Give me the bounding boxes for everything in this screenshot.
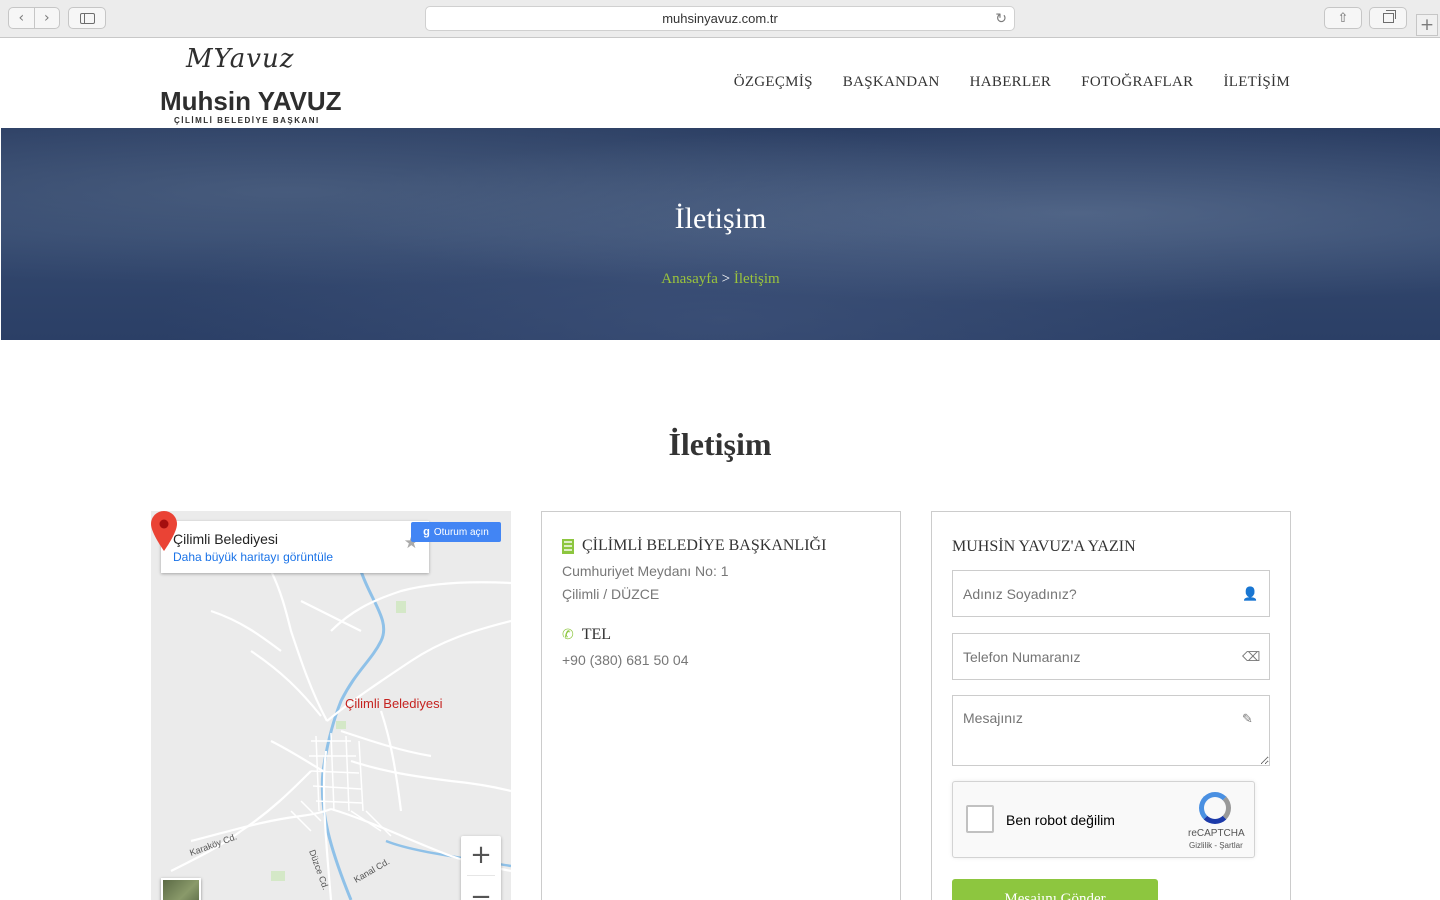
contact-form-card: MUHSİN YAVUZ'A YAZIN 👤 ⌫ ✎ Ben robot değ… bbox=[931, 511, 1291, 900]
form-heading: MUHSİN YAVUZ'A YAZIN bbox=[952, 538, 1136, 555]
address-line-1: Cumhuriyet Meydanı No: 1 bbox=[562, 563, 729, 579]
google-icon: g bbox=[423, 526, 430, 538]
message-textarea[interactable] bbox=[952, 695, 1270, 766]
phone-icon: ✆ bbox=[562, 627, 574, 643]
sidebar-icon bbox=[79, 12, 95, 24]
tabs-icon bbox=[1382, 10, 1396, 23]
phone-input[interactable] bbox=[952, 633, 1270, 680]
recaptcha-label: Ben robot değilim bbox=[1006, 812, 1115, 828]
breadcrumb: Anasayfa > İletişim bbox=[1, 271, 1440, 288]
map-marker-label: Çilimli Belediyesi bbox=[345, 696, 443, 711]
zoom-out-button[interactable]: − bbox=[461, 878, 501, 900]
page-banner: İletişim Anasayfa > İletişim bbox=[1, 128, 1440, 340]
recaptcha-logo-icon bbox=[1199, 792, 1231, 824]
nav-baskandan[interactable]: BAŞKANDAN bbox=[843, 74, 940, 91]
building-icon bbox=[562, 538, 574, 554]
tel-heading-text: TEL bbox=[581, 626, 612, 643]
nav-iletisim[interactable]: İLETİŞİM bbox=[1223, 74, 1290, 91]
history-buttons: ‹ › bbox=[8, 7, 60, 29]
browser-toolbar: ‹ › muhsinyavuz.com.tr ↻ ⇧ + bbox=[0, 0, 1440, 38]
map-signin-button[interactable]: g Oturum açın bbox=[411, 522, 501, 542]
sidebar-toggle-button[interactable] bbox=[68, 7, 106, 29]
map-info-card: Çilimli Belediyesi Daha büyük haritayı g… bbox=[161, 521, 429, 573]
recaptcha-widget: Ben robot değilim reCAPTCHA Gizlilik - Ş… bbox=[952, 781, 1255, 858]
logo-name: Muhsin YAVUZ bbox=[160, 86, 342, 116]
pencil-icon: ✎ bbox=[1242, 712, 1253, 727]
map-place-title: Çilimli Belediyesi bbox=[173, 531, 279, 547]
banner-title: İletişim bbox=[674, 202, 767, 235]
map-marker-icon[interactable] bbox=[151, 511, 177, 551]
map-zoom-control: + − bbox=[461, 836, 501, 900]
name-input[interactable] bbox=[952, 570, 1270, 617]
signin-label: Oturum açın bbox=[433, 526, 489, 538]
breadcrumb-home-link[interactable]: Anasayfa bbox=[661, 271, 718, 287]
url-text: muhsinyavuz.com.tr bbox=[662, 11, 778, 26]
show-tabs-button[interactable] bbox=[1369, 7, 1407, 29]
site-logo[interactable]: MYavuz Muhsin YAVUZ ÇİLİMLİ BELEDİYE BAŞ… bbox=[158, 44, 342, 126]
new-tab-button[interactable]: + bbox=[1416, 14, 1438, 36]
phone-number[interactable]: +90 (380) 681 50 04 bbox=[562, 652, 689, 668]
zoom-in-button[interactable]: + bbox=[461, 836, 501, 874]
larger-map-link[interactable]: Daha büyük haritayı görüntüle bbox=[173, 550, 333, 564]
address-heading: ÇİLİMLİ BELEDİYE BAŞKANLIĞI bbox=[562, 537, 826, 555]
breadcrumb-separator: > bbox=[721, 271, 731, 287]
zoom-divider bbox=[467, 875, 495, 876]
reload-icon[interactable]: ↻ bbox=[995, 10, 1007, 27]
address-card: ÇİLİMLİ BELEDİYE BAŞKANLIĞI Cumhuriyet M… bbox=[541, 511, 901, 900]
main-nav: ÖZGEÇMİŞ BAŞKANDAN HABERLER FOTOĞRAFLAR … bbox=[734, 74, 1290, 91]
recaptcha-brand: reCAPTCHA bbox=[1188, 828, 1245, 839]
nav-haberler[interactable]: HABERLER bbox=[970, 74, 1052, 91]
recaptcha-checkbox[interactable] bbox=[966, 805, 994, 833]
nav-ozgecmis[interactable]: ÖZGEÇMİŞ bbox=[734, 74, 813, 91]
eraser-icon: ⌫ bbox=[1242, 650, 1261, 665]
embedded-map[interactable]: Karaköy Cd. Düzce Cd. Kanal Cd. Çilimli … bbox=[151, 511, 511, 900]
tel-heading: ✆ TEL bbox=[562, 626, 611, 644]
forward-icon[interactable]: › bbox=[35, 8, 60, 28]
plus-icon: + bbox=[1419, 15, 1435, 35]
user-icon: 👤 bbox=[1242, 587, 1259, 602]
site-header: MYavuz Muhsin YAVUZ ÇİLİMLİ BELEDİYE BAŞ… bbox=[0, 38, 1440, 128]
back-icon[interactable]: ‹ bbox=[9, 8, 35, 28]
share-button[interactable]: ⇧ bbox=[1324, 7, 1362, 29]
logo-subtitle: ÇİLİMLİ BELEDİYE BAŞKANI bbox=[174, 116, 320, 125]
nav-fotograflar[interactable]: FOTOĞRAFLAR bbox=[1081, 74, 1193, 91]
satellite-view-toggle[interactable] bbox=[161, 878, 201, 900]
breadcrumb-current: İletişim bbox=[733, 271, 780, 287]
address-heading-text: ÇİLİMLİ BELEDİYE BAŞKANLIĞI bbox=[582, 537, 827, 554]
address-line-2: Çilimli / DÜZCE bbox=[562, 586, 660, 602]
section-title: İletişim bbox=[668, 426, 772, 462]
submit-button[interactable]: Mesajını Gönder bbox=[952, 879, 1158, 900]
address-bar[interactable]: muhsinyavuz.com.tr ↻ bbox=[425, 6, 1015, 31]
logo-signature: MYavuz bbox=[186, 44, 295, 74]
recaptcha-terms-link[interactable]: Gizlilik - Şartlar bbox=[1189, 841, 1243, 850]
share-icon: ⇧ bbox=[1337, 10, 1349, 26]
